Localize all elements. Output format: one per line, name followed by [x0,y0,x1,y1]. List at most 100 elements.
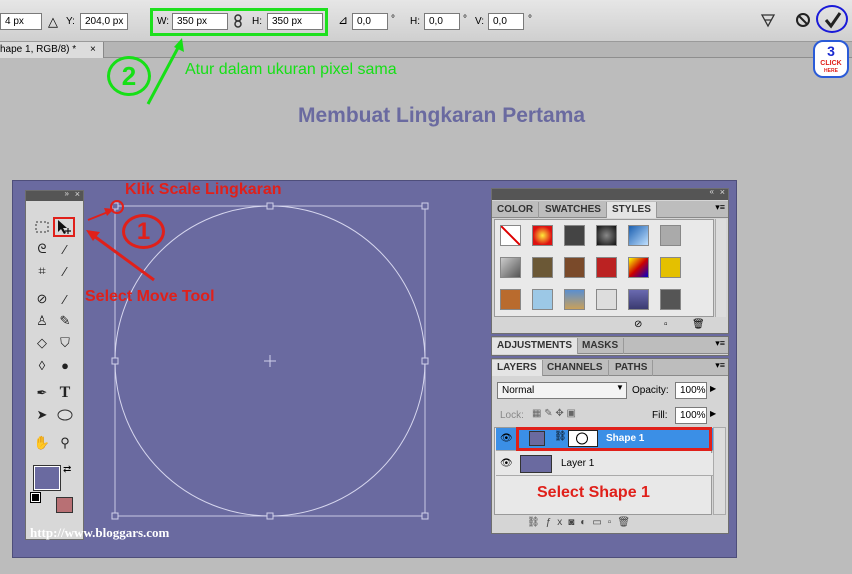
foreground-color-swatch[interactable] [33,465,61,491]
default-colors-icon[interactable] [30,492,41,503]
tab-masks[interactable]: MASKS [577,338,625,354]
y-position-field[interactable]: 204,0 px [80,13,128,30]
brush-tool-icon[interactable]: ∕ [54,289,76,309]
layer-row-layer-1[interactable]: 👁 Layer 1 [496,453,714,476]
style-swatch[interactable] [628,257,649,278]
tab-styles[interactable]: STYLES [607,202,657,218]
styles-panel: « × COLOR SWATCHES STYLES ▾≡ ⊘ ▫ 🗑 [491,187,729,334]
degree-symbol: ° [528,14,532,25]
move-tool-icon[interactable] [53,217,75,237]
lock-pixels-icon[interactable]: ▦ ✎ ✥ ▣ [532,408,576,419]
collapse-icon[interactable]: » [65,189,69,198]
style-swatch[interactable] [532,289,553,310]
adjustments-tab-row: ADJUSTMENTS MASKS ▾≡ [492,337,728,354]
annotation-arrows [86,208,155,282]
layers-footer-icons[interactable]: ⛓ƒx◙◐▭▫🗑 [527,517,636,528]
tab-paths[interactable]: PATHS [610,360,654,376]
layers-scrollbar[interactable] [713,427,726,515]
document-tab[interactable]: hape 1, RGB/8) * × [0,42,104,58]
tab-layers[interactable]: LAYERS [492,360,543,376]
dodge-tool-icon[interactable]: ● [54,355,76,375]
magic-wand-icon[interactable]: ⁄ [54,239,76,259]
style-swatch[interactable] [564,289,585,310]
panel-menu-icon[interactable]: ▾≡ [715,202,725,213]
angle-field[interactable]: 0,0 [352,13,388,30]
lock-label: Lock: [500,410,524,421]
close-tab-icon[interactable]: × [90,42,96,57]
pen-tool-icon[interactable]: ✒ [31,383,53,403]
zoom-tool-icon[interactable]: ⚲ [54,433,76,453]
shape-layer-highlight [516,427,712,451]
step2-instruction: Atur dalam ukuran pixel sama [185,61,397,78]
style-swatch[interactable] [532,225,553,246]
warp-icon[interactable] [760,12,776,28]
style-swatch[interactable] [596,289,617,310]
style-swatch[interactable] [628,289,649,310]
ellipse-tool-icon[interactable] [54,405,76,425]
y-label: Y: [66,16,75,27]
style-swatch[interactable] [564,225,585,246]
style-swatch[interactable] [564,257,585,278]
eraser-icon[interactable]: ◇ [31,333,53,353]
lasso-tool-icon[interactable]: ᘓ [31,239,53,259]
hand-tool-icon[interactable]: ✋ [31,433,53,453]
vskew-label: V: [475,16,485,27]
style-swatch[interactable] [532,257,553,278]
type-tool-icon[interactable]: T [54,383,76,403]
paint-bucket-icon[interactable]: ⛉ [54,333,76,353]
x-position-field[interactable]: 4 px [0,13,42,30]
tab-channels[interactable]: CHANNELS [542,360,609,376]
visibility-eye-icon[interactable]: 👁 [500,433,513,444]
style-swatch[interactable] [500,289,521,310]
opacity-field[interactable]: 100% [675,382,707,399]
panel-menu-icon[interactable]: ▾≡ [715,360,725,371]
adjustments-panel: ADJUSTMENTS MASKS ▾≡ [491,336,729,356]
panel-menu-icon[interactable]: ▾≡ [715,338,725,349]
tab-color[interactable]: COLOR [492,202,540,218]
blend-mode-select[interactable]: Normal [497,382,627,399]
cancel-transform-icon[interactable] [795,12,811,28]
step2-arrow [146,38,184,105]
eyedropper-icon[interactable]: ∕ [54,261,76,281]
marquee-tool-icon[interactable] [31,217,53,237]
style-swatch[interactable] [596,225,617,246]
style-swatch[interactable] [628,225,649,246]
step3-click-label: CLICK [820,60,842,67]
opacity-slider-icon[interactable]: ▶ [710,384,716,393]
background-color-swatch[interactable] [56,497,73,513]
styles-scrollbar[interactable] [715,219,726,317]
crop-tool-icon[interactable]: ⌗ [31,261,53,281]
clear-style-icon[interactable]: ⊘ [634,319,642,330]
hskew-label: H: [410,16,420,27]
fill-slider-icon[interactable]: ▶ [710,409,716,418]
healing-brush-icon[interactable]: ⊘ [31,289,53,309]
styles-grid [494,219,714,317]
close-panel-icon[interactable]: × [720,187,725,197]
style-swatch[interactable] [500,257,521,278]
hskew-field[interactable]: 0,0 [424,13,460,30]
collapse-icon[interactable]: « [710,187,714,196]
tab-swatches[interactable]: SWATCHES [540,202,607,218]
style-swatch[interactable] [660,289,681,310]
layer-name[interactable]: Layer 1 [561,458,594,469]
visibility-eye-icon[interactable]: 👁 [500,458,513,469]
style-swatch[interactable] [660,257,681,278]
tab-adjustments[interactable]: ADJUSTMENTS [492,338,579,354]
step3-here-label: HERE [824,68,838,74]
blur-tool-icon[interactable]: ◊ [31,355,53,375]
clone-stamp-icon[interactable]: ♙ [31,311,53,331]
commit-transform-button[interactable] [816,5,848,33]
chevron-down-icon: ▼ [616,383,624,392]
opacity-label: Opacity: [632,385,669,396]
history-brush-icon[interactable]: ✎ [54,311,76,331]
vskew-field[interactable]: 0,0 [488,13,524,30]
delete-style-icon[interactable]: 🗑 [692,319,705,330]
style-none-swatch[interactable] [500,225,521,246]
style-swatch[interactable] [596,257,617,278]
path-selection-icon[interactable]: ➤ [31,405,53,425]
select-shape-label: Select Shape 1 [537,484,650,501]
fill-field[interactable]: 100% [675,407,707,424]
new-style-icon[interactable]: ▫ [664,319,668,330]
swap-colors-icon[interactable]: ⇄ [63,464,71,475]
style-swatch[interactable] [660,225,681,246]
